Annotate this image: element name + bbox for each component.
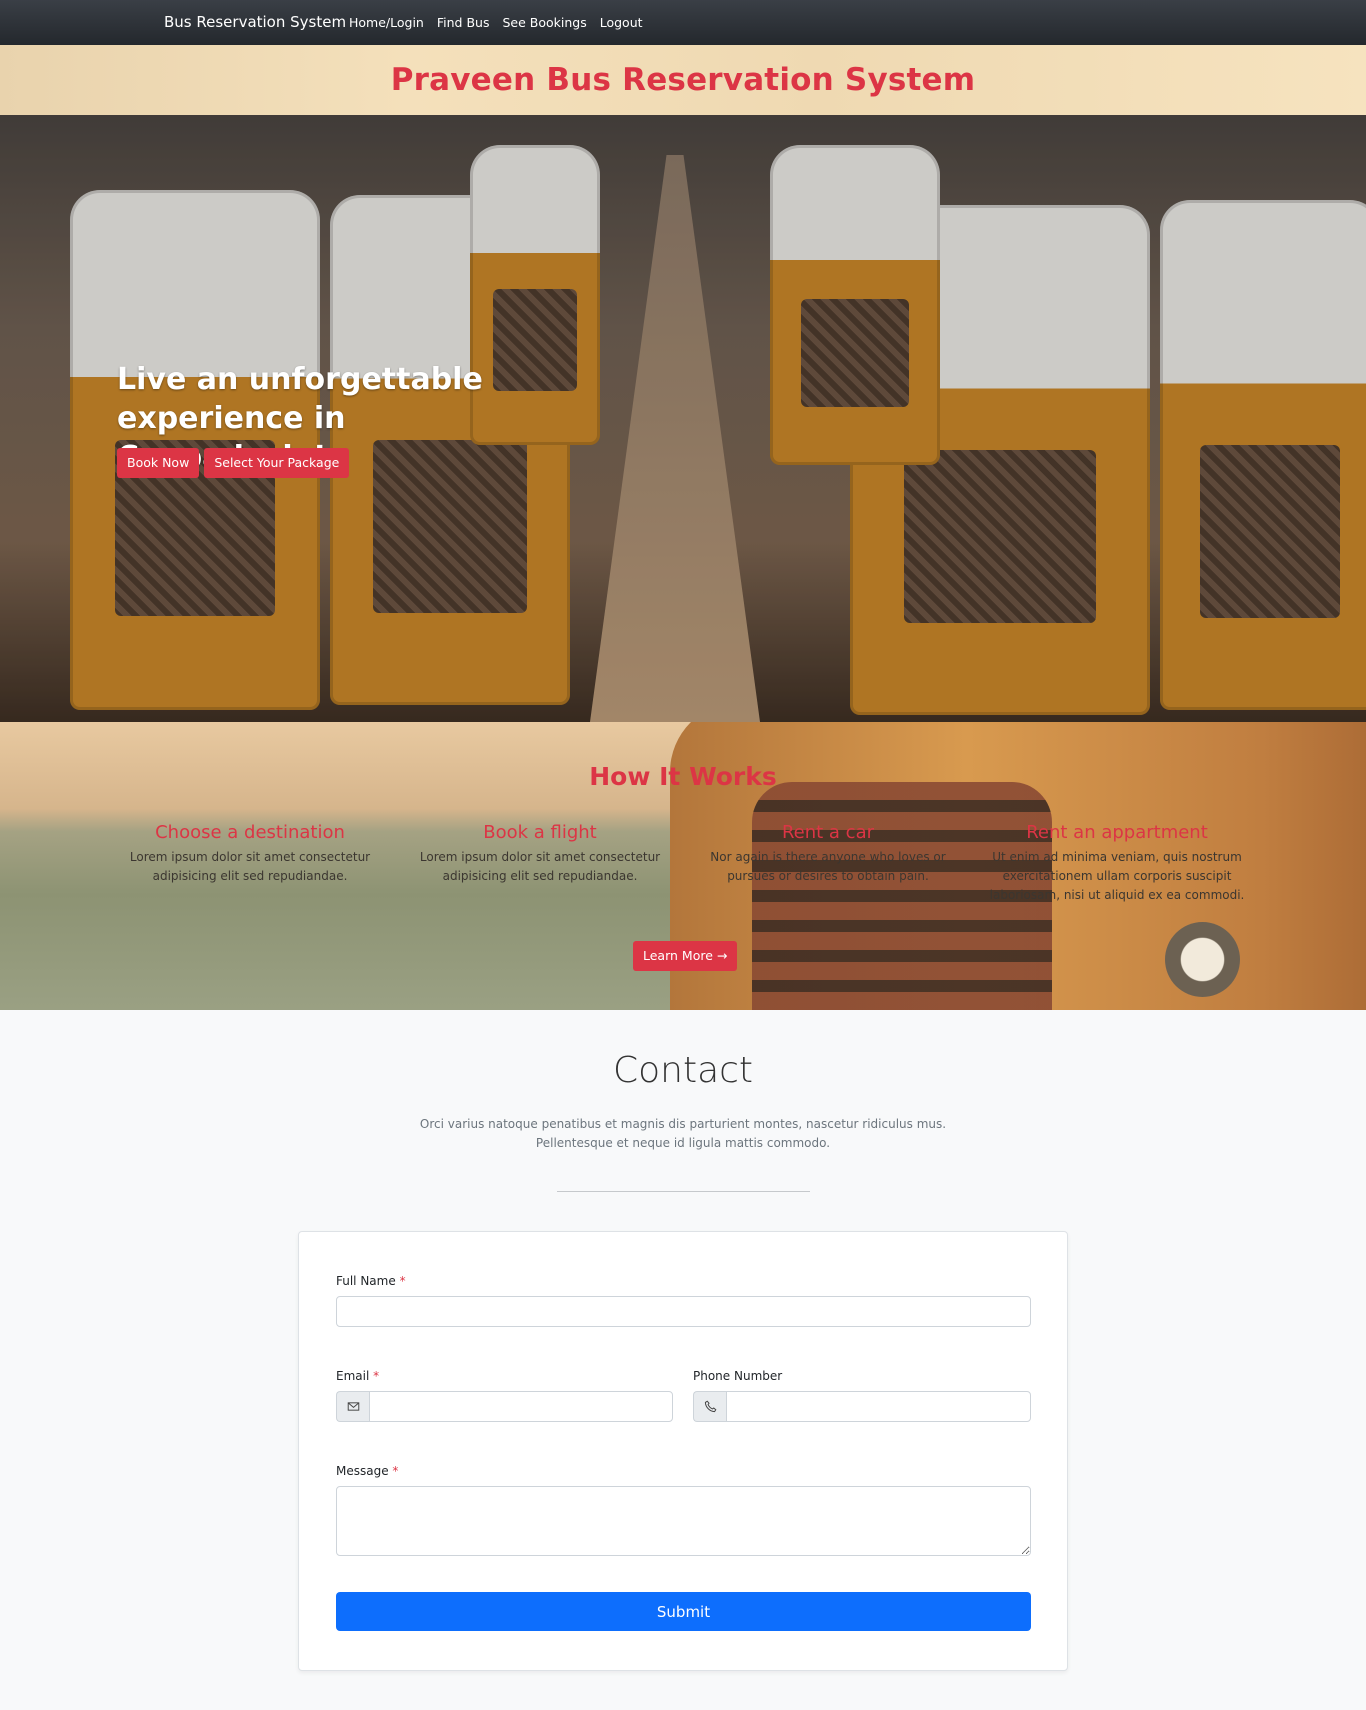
contact-form: Full Name * Email * Phone Number Message… xyxy=(298,1231,1068,1671)
contact-subtitle-line2: Pellentesque et neque id ligula mattis c… xyxy=(535,1136,831,1150)
select-package-button[interactable]: Select Your Package xyxy=(204,448,350,478)
email-input[interactable] xyxy=(369,1391,673,1422)
message-textarea[interactable] xyxy=(336,1486,1031,1556)
email-label: Email * xyxy=(336,1369,380,1383)
learn-more-button[interactable]: Learn More → xyxy=(633,941,738,971)
step-text: Ut enim ad minima veniam, quis nostrum e… xyxy=(989,850,1245,902)
nav-links: Home/Login Find Bus See Bookings Logout xyxy=(349,15,643,30)
step-title: Rent a car xyxy=(781,822,875,843)
nav-find-bus[interactable]: Find Bus xyxy=(437,15,490,30)
how-it-works-title: How It Works xyxy=(589,762,777,791)
envelope-icon xyxy=(336,1391,369,1422)
phone-label: Phone Number xyxy=(693,1369,783,1383)
nav-see-bookings[interactable]: See Bookings xyxy=(502,15,586,30)
message-label: Message * xyxy=(336,1464,399,1478)
site-title: Praveen Bus Reservation System xyxy=(390,62,976,98)
phone-input[interactable] xyxy=(726,1391,1031,1422)
step-rent-car: Rent a car Nor again is there anyone who… xyxy=(698,822,958,886)
full-name-input[interactable] xyxy=(336,1296,1031,1327)
how-it-works-section: How It Works Choose a destination Lorem … xyxy=(0,722,1366,1010)
book-now-button[interactable]: Book Now xyxy=(117,448,200,478)
nav-home-login[interactable]: Home/Login xyxy=(349,15,424,30)
step-title: Choose a destination xyxy=(155,822,345,843)
brand-link[interactable]: Bus Reservation System xyxy=(164,13,346,31)
step-choose-destination: Choose a destination Lorem ipsum dolor s… xyxy=(120,822,380,886)
step-text: Nor again is there anyone who loves or p… xyxy=(710,850,946,883)
navbar: Bus Reservation System Home/Login Find B… xyxy=(0,0,1366,45)
step-text: Lorem ipsum dolor sit amet consectetur a… xyxy=(129,850,371,883)
step-book-flight: Book a flight Lorem ipsum dolor sit amet… xyxy=(410,822,670,886)
step-rent-appartment: Rent an appartment Ut enim ad minima ven… xyxy=(987,822,1247,905)
full-name-label: Full Name * xyxy=(336,1274,406,1288)
step-title: Book a flight xyxy=(483,822,597,843)
step-title: Rent an appartment xyxy=(1026,822,1208,843)
title-band: Praveen Bus Reservation System xyxy=(0,45,1366,115)
contact-subtitle-line1: Orci varius natoque penatibus et magnis … xyxy=(419,1117,947,1131)
bus-headlight-image xyxy=(1165,922,1240,997)
step-text: Lorem ipsum dolor sit amet consectetur a… xyxy=(419,850,661,883)
telephone-icon xyxy=(693,1391,726,1422)
contact-subtitle: Orci varius natoque penatibus et magnis … xyxy=(0,1115,1366,1153)
contact-divider xyxy=(557,1191,810,1192)
nav-logout[interactable]: Logout xyxy=(600,15,643,30)
submit-button[interactable]: Submit xyxy=(336,1592,1031,1631)
hero-buttons: Book Now Select Your Package xyxy=(117,448,350,478)
contact-title: Contact xyxy=(612,1050,754,1091)
hero-section: Live an unforgettable experience in Capp… xyxy=(0,115,1366,722)
